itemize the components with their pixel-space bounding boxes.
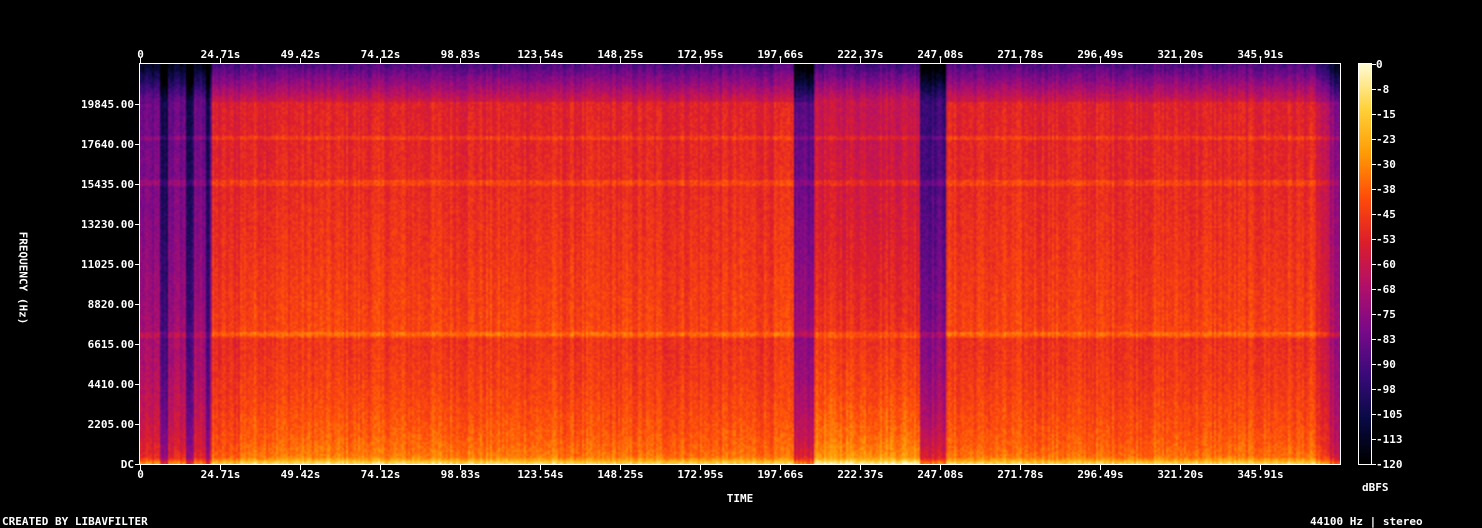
x-tick-label-top: 24.71s: [200, 48, 241, 61]
x-tick-label-top: 123.54s: [517, 48, 564, 61]
x-tick-label-top: 247.08s: [917, 48, 964, 61]
x-tick-label-top: 197.66s: [757, 48, 804, 61]
x-tick-label-bottom: 24.71s: [200, 468, 241, 481]
colorbar-tick-label: -113: [1376, 432, 1403, 446]
audio-info-text: 44100 Hz | stereo: [1310, 515, 1423, 528]
y-tick-label: 17640.00: [81, 137, 134, 151]
x-tick-label-top: 222.37s: [837, 48, 884, 61]
x-tick-label-bottom: 197.66s: [757, 468, 804, 481]
x-tick-label-bottom: 98.83s: [440, 468, 481, 481]
x-tick-label-bottom: 74.12s: [360, 468, 401, 481]
x-tick-label-top: 49.42s: [280, 48, 321, 61]
colorbar-tick-label: -60: [1376, 257, 1396, 271]
y-tick-label: 4410.00: [87, 377, 134, 391]
credit-text: CREATED BY LIBAVFILTER: [2, 515, 148, 528]
colorbar-tick-label: -90: [1376, 357, 1396, 371]
x-tick-label-bottom: 345.91s: [1237, 468, 1284, 481]
colorbar-tick-label: -98: [1376, 382, 1396, 396]
x-tick-label-bottom: 123.54s: [517, 468, 564, 481]
x-tick-label-top: 74.12s: [360, 48, 401, 61]
colorbar-tick-label: -23: [1376, 132, 1396, 146]
y-tick-label: 19845.00: [81, 97, 134, 111]
x-tick-label-bottom: 222.37s: [837, 468, 884, 481]
x-tick-label-bottom: 321.20s: [1157, 468, 1204, 481]
colorbar-tick-label: 0: [1376, 57, 1383, 71]
x-tick-label-top: 345.91s: [1237, 48, 1284, 61]
colorbar-tick-label: -15: [1376, 107, 1396, 121]
x-tick-label-bottom: 296.49s: [1077, 468, 1124, 481]
colorbar-title: dBFS: [1362, 481, 1389, 494]
x-tick-label-bottom: 49.42s: [280, 468, 321, 481]
y-tick-label: 8820.00: [87, 297, 134, 311]
x-tick-label-top: 98.83s: [440, 48, 481, 61]
y-tick-label: 13230.00: [81, 217, 134, 231]
colorbar-tick-label: -75: [1376, 307, 1396, 321]
colorbar-tick-label: -8: [1376, 82, 1390, 96]
y-tick-label: 2205.00: [87, 417, 134, 431]
y-tick-label: DC: [120, 457, 134, 471]
x-axis-title: TIME: [726, 492, 754, 505]
x-tick-label-top: 148.25s: [597, 48, 644, 61]
x-tick-label-top: 172.95s: [677, 48, 724, 61]
colorbar-tick-label: -120: [1376, 457, 1403, 471]
colorbar-tick-label: -83: [1376, 332, 1396, 346]
plot-border: [139, 63, 1341, 465]
plot-frame: [135, 58, 1376, 470]
colorbar-tick-label: -38: [1376, 182, 1396, 196]
colorbar-tick-label: -30: [1376, 157, 1396, 171]
y-tick-label: 15435.00: [81, 177, 134, 191]
colorbar-tick-label: -68: [1376, 282, 1396, 296]
x-tick-label-top: 0: [137, 48, 144, 61]
colorbar: [1359, 64, 1371, 464]
x-tick-label-bottom: 247.08s: [917, 468, 964, 481]
x-tick-label-top: 296.49s: [1077, 48, 1124, 61]
y-tick-label: 6615.00: [87, 337, 134, 351]
x-tick-label-bottom: 172.95s: [677, 468, 724, 481]
x-tick-label-bottom: 271.78s: [997, 468, 1044, 481]
colorbar-tick-label: -53: [1376, 232, 1396, 246]
colorbar-tick-label: -45: [1376, 207, 1396, 221]
x-tick-label-bottom: 0: [137, 468, 144, 481]
colorbar-tick-label: -105: [1376, 407, 1403, 421]
y-tick-label: 11025.00: [81, 257, 134, 271]
x-tick-label-bottom: 148.25s: [597, 468, 644, 481]
x-tick-label-top: 321.20s: [1157, 48, 1204, 61]
x-tick-label-top: 271.78s: [997, 48, 1044, 61]
